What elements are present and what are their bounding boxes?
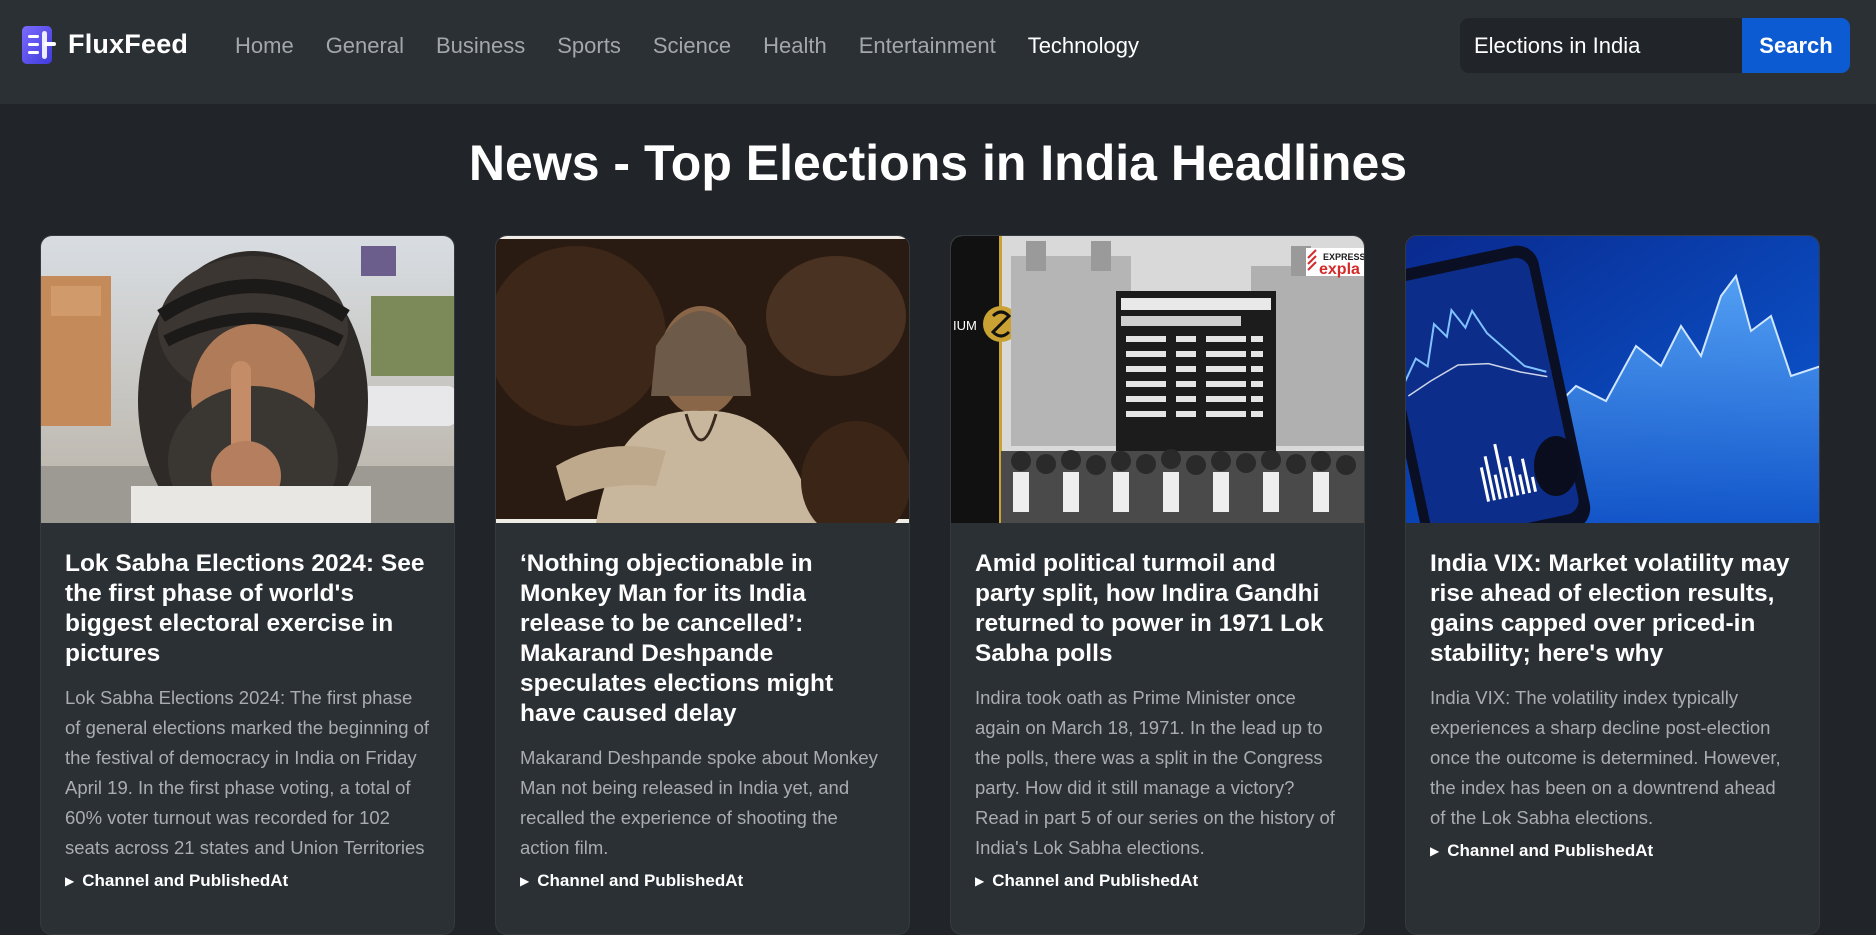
card-title[interactable]: Amid political turmoil and party split, … bbox=[975, 549, 1340, 669]
channel-published-label: Channel and PublishedAt bbox=[82, 871, 289, 890]
channel-published-toggle[interactable]: ▶ Channel and PublishedAt bbox=[1430, 841, 1795, 861]
nav-link-general[interactable]: General bbox=[310, 28, 420, 64]
historic-election-results-board-photo[interactable]: IUM EXPRESS expla bbox=[951, 236, 1364, 523]
image-overlay-left: IUM bbox=[953, 318, 977, 333]
brand-name: FluxFeed bbox=[68, 28, 189, 59]
card-title[interactable]: India VIX: Market volatility may rise ah… bbox=[1430, 549, 1795, 669]
nav-link-entertainment[interactable]: Entertainment bbox=[843, 28, 1012, 64]
nav-links: Home General Business Sports Science Hea… bbox=[219, 28, 1155, 64]
news-card: ‘Nothing objectionable in Monkey Man for… bbox=[495, 235, 910, 935]
card-description: India VIX: The volatility index typicall… bbox=[1430, 687, 1781, 828]
nav-link-technology[interactable]: Technology bbox=[1012, 28, 1155, 64]
actor-film-still-photo[interactable] bbox=[496, 236, 909, 523]
channel-published-toggle[interactable]: ▶ Channel and PublishedAt bbox=[520, 871, 885, 891]
nav-link-health[interactable]: Health bbox=[747, 28, 843, 64]
card-title[interactable]: Lok Sabha Elections 2024: See the first … bbox=[65, 549, 430, 669]
channel-published-label: Channel and PublishedAt bbox=[992, 871, 1199, 890]
news-card: Lok Sabha Elections 2024: See the first … bbox=[40, 235, 455, 935]
triangle-right-icon: ▶ bbox=[520, 874, 530, 888]
triangle-right-icon: ▶ bbox=[1430, 844, 1440, 858]
card-description: Makarand Deshpande spoke about Monkey Ma… bbox=[520, 747, 878, 858]
triangle-right-icon: ▶ bbox=[65, 874, 75, 888]
search-form: Search bbox=[1460, 18, 1850, 73]
search-input[interactable] bbox=[1460, 18, 1742, 73]
channel-published-label: Channel and PublishedAt bbox=[1447, 841, 1654, 860]
nav-link-home[interactable]: Home bbox=[219, 28, 310, 64]
channel-published-toggle[interactable]: ▶ Channel and PublishedAt bbox=[65, 871, 430, 891]
news-card-list: Lok Sabha Elections 2024: See the first … bbox=[40, 235, 1820, 935]
svg-text:expla: expla bbox=[1319, 261, 1360, 278]
channel-published-toggle[interactable]: ▶ Channel and PublishedAt bbox=[975, 871, 1340, 891]
nav-link-business[interactable]: Business bbox=[420, 28, 541, 64]
card-description: Lok Sabha Elections 2024: The first phas… bbox=[65, 687, 430, 858]
page-title: News - Top Elections in India Headlines bbox=[468, 135, 1408, 191]
market-volatility-chart-phone-photo[interactable] bbox=[1406, 236, 1819, 523]
document-lines-logo-icon bbox=[20, 22, 58, 66]
triangle-right-icon: ▶ bbox=[975, 874, 985, 888]
card-description: Indira took oath as Prime Minister once … bbox=[975, 687, 1335, 858]
nav-link-science[interactable]: Science bbox=[637, 28, 747, 64]
news-card: IUM EXPRESS expla Amid political turmoil… bbox=[950, 235, 1365, 935]
channel-published-label: Channel and PublishedAt bbox=[537, 871, 744, 890]
navbar: FluxFeed Home General Business Sports Sc… bbox=[0, 0, 1876, 104]
voter-showing-inked-finger-photo[interactable] bbox=[41, 236, 454, 523]
brand-link[interactable]: FluxFeed bbox=[20, 22, 188, 66]
card-title[interactable]: ‘Nothing objectionable in Monkey Man for… bbox=[520, 549, 885, 729]
search-button[interactable]: Search bbox=[1742, 18, 1850, 73]
news-card: India VIX: Market volatility may rise ah… bbox=[1405, 235, 1820, 935]
nav-link-sports[interactable]: Sports bbox=[541, 28, 637, 64]
